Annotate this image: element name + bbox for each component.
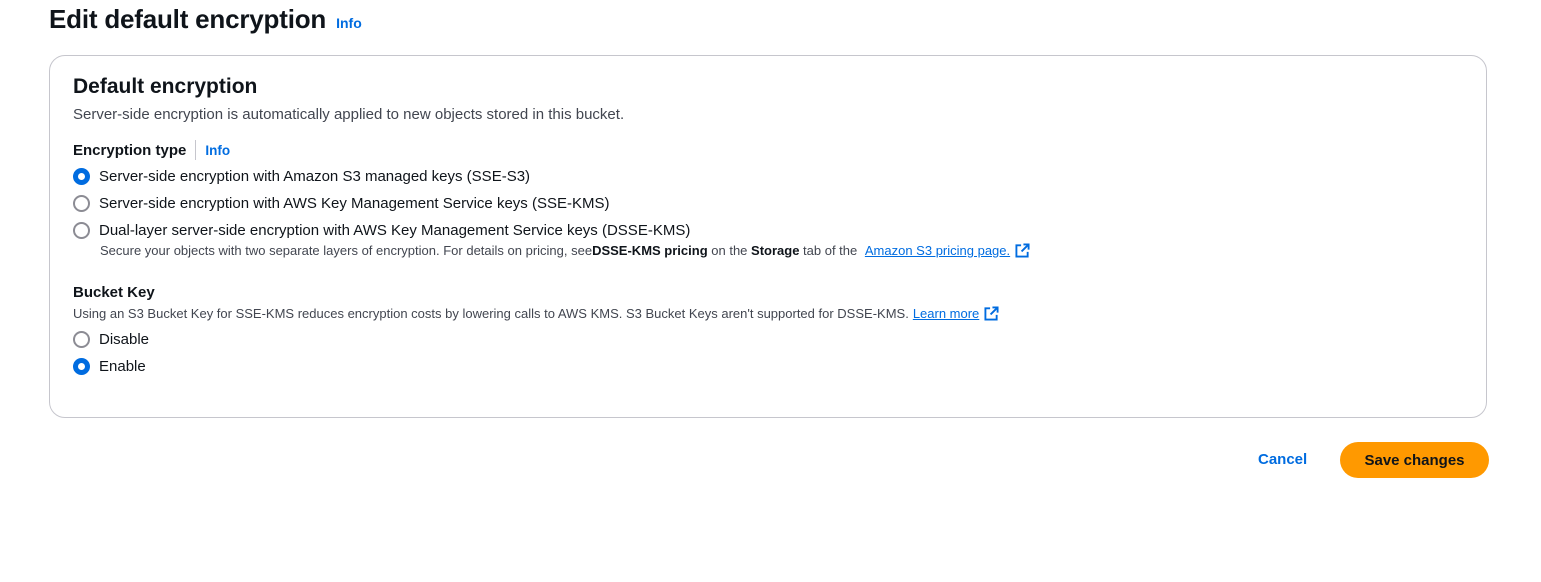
- dsse-kms-description: Secure your objects with two separate la…: [100, 243, 1030, 258]
- radio-label-dsse-kms: Dual-layer server-side encryption with A…: [99, 222, 691, 239]
- label-divider: [195, 140, 197, 160]
- bucket-key-label: Bucket Key: [73, 284, 155, 301]
- radio-label-enable: Enable: [99, 358, 146, 375]
- bucket-key-label-row: Bucket Key: [73, 284, 155, 301]
- dsse-desc-text-3: tab of the: [799, 243, 861, 258]
- header-info-link[interactable]: Info: [336, 15, 362, 31]
- radio-option-enable[interactable]: Enable: [73, 358, 146, 375]
- section-title: Default encryption: [73, 75, 258, 98]
- radio-option-disable[interactable]: Disable: [73, 331, 149, 348]
- external-link-icon[interactable]: [1015, 243, 1030, 258]
- section-description: Server-side encryption is automatically …: [73, 106, 625, 123]
- encryption-type-label: Encryption type: [73, 141, 187, 159]
- radio-label-disable: Disable: [99, 331, 150, 348]
- learn-more-link[interactable]: Learn more: [913, 306, 979, 321]
- radio-option-sse-kms[interactable]: Server-side encryption with AWS Key Mana…: [73, 195, 609, 212]
- radio-button-enable[interactable]: [73, 358, 90, 375]
- save-changes-button[interactable]: Save changes: [1340, 442, 1489, 478]
- radio-label-sse-kms: Server-side encryption with AWS Key Mana…: [99, 195, 610, 212]
- page-header: Edit default encryption Info: [49, 4, 362, 35]
- page-title: Edit default encryption: [49, 4, 327, 34]
- radio-button-sse-s3[interactable]: [73, 168, 90, 185]
- dsse-desc-text-2: on the: [707, 243, 752, 258]
- radio-button-dsse-kms[interactable]: [73, 222, 90, 239]
- encryption-type-label-row: Encryption type Info: [73, 140, 230, 160]
- dsse-desc-text-1: Secure your objects with two separate la…: [100, 243, 593, 258]
- radio-option-dsse-kms[interactable]: Dual-layer server-side encryption with A…: [73, 222, 690, 239]
- dsse-desc-bold-pricing: DSSE-KMS pricing: [592, 243, 708, 258]
- radio-option-sse-s3[interactable]: Server-side encryption with Amazon S3 ma…: [73, 168, 530, 185]
- dsse-desc-bold-storage: Storage: [751, 243, 800, 258]
- s3-pricing-link[interactable]: Amazon S3 pricing page.: [865, 243, 1010, 258]
- radio-button-sse-kms[interactable]: [73, 195, 90, 212]
- encryption-type-info-link[interactable]: Info: [205, 143, 230, 158]
- bucket-key-description: Using an S3 Bucket Key for SSE-KMS reduc…: [73, 306, 999, 321]
- external-link-icon[interactable]: [984, 306, 999, 321]
- radio-button-disable[interactable]: [73, 331, 90, 348]
- default-encryption-panel: Default encryption Server-side encryptio…: [49, 55, 1487, 418]
- radio-label-sse-s3: Server-side encryption with Amazon S3 ma…: [99, 168, 531, 185]
- bucket-key-desc-text: Using an S3 Bucket Key for SSE-KMS reduc…: [73, 306, 909, 321]
- cancel-button[interactable]: Cancel: [1246, 441, 1319, 477]
